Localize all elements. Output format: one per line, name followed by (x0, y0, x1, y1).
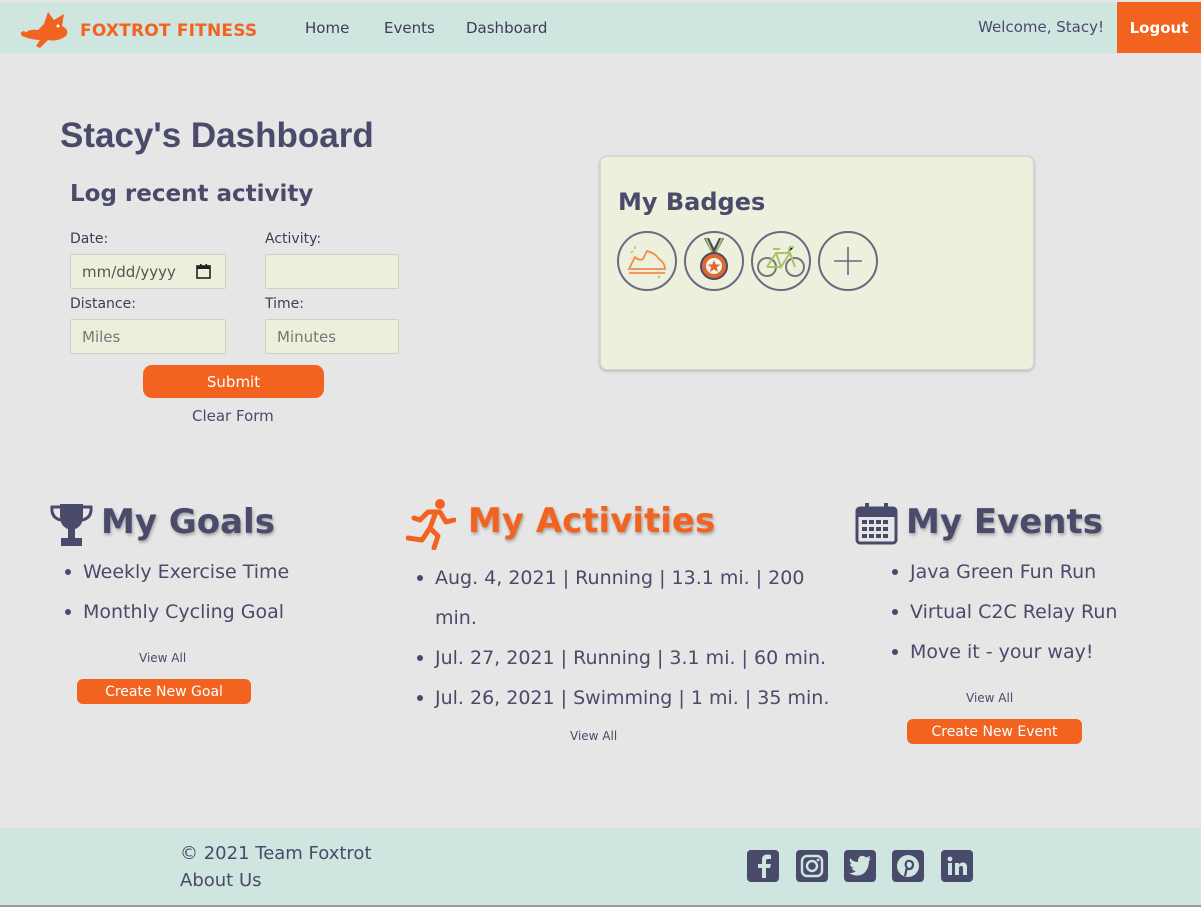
distance-input[interactable]: Miles (70, 319, 226, 354)
create-new-event-button[interactable]: Create New Event (907, 719, 1082, 744)
time-label: Time: (265, 296, 304, 312)
date-input-placeholder: mm/dd/yyyy (82, 262, 176, 281)
events-title: My Events (906, 502, 1103, 542)
add-badge-icon[interactable] (818, 231, 878, 291)
activities-list: Aug. 4, 2021 | Running | 13.1 mi. | 200 … (417, 558, 830, 718)
page-title: Stacy's Dashboard (60, 116, 374, 155)
event-item[interactable]: Move it - your way! (891, 640, 1117, 680)
activities-view-all-link[interactable]: View All (570, 729, 617, 743)
date-label: Date: (70, 231, 109, 247)
nav-link-dashboard[interactable]: Dashboard (466, 19, 547, 37)
distance-label: Distance: (70, 296, 136, 312)
badges-title: My Badges (618, 188, 766, 216)
submit-button[interactable]: Submit (143, 365, 324, 398)
clear-form-button[interactable]: Clear Form (192, 407, 274, 425)
goals-title: My Goals (101, 502, 275, 542)
trophy-icon (49, 502, 94, 552)
goal-item[interactable]: Weekly Exercise Time (64, 560, 289, 600)
event-item[interactable]: Java Green Fun Run (891, 560, 1117, 600)
activity-label: Activity: (265, 231, 322, 247)
bicycle-badge-icon[interactable] (751, 231, 811, 291)
instagram-icon[interactable] (796, 850, 828, 882)
footer: © 2021 Team Foxtrot About Us (0, 828, 1201, 906)
brand-name: FOXTROT FITNESS (80, 21, 258, 41)
facebook-icon[interactable] (747, 850, 779, 882)
nav-link-home[interactable]: Home (305, 19, 349, 37)
activities-title: My Activities (468, 501, 716, 541)
calendar-picker-icon[interactable] (196, 264, 211, 279)
brand-logo-link[interactable]: FOXTROT FITNESS (18, 6, 257, 56)
create-new-goal-button[interactable]: Create New Goal (77, 679, 251, 704)
time-input[interactable]: Minutes (265, 319, 399, 354)
date-input[interactable]: mm/dd/yyyy (70, 254, 226, 289)
badges-card: My Badges (600, 156, 1034, 370)
log-activity-title: Log recent activity (70, 181, 314, 207)
pinterest-icon[interactable] (892, 850, 924, 882)
goal-item[interactable]: Monthly Cycling Goal (64, 600, 289, 640)
logout-button[interactable]: Logout (1117, 2, 1201, 53)
nav-link-events[interactable]: Events (384, 19, 435, 37)
events-list: Java Green Fun Run Virtual C2C Relay Run… (891, 560, 1117, 680)
running-shoe-badge-icon[interactable] (617, 231, 677, 291)
goals-view-all-link[interactable]: View All (139, 651, 186, 665)
event-item[interactable]: Virtual C2C Relay Run (891, 600, 1117, 640)
runner-icon (405, 498, 457, 554)
welcome-message: Welcome, Stacy! (978, 18, 1104, 36)
goals-list: Weekly Exercise Time Monthly Cycling Goa… (64, 560, 289, 640)
about-us-link[interactable]: About Us (180, 870, 262, 891)
linkedin-icon[interactable] (941, 850, 973, 882)
medal-badge-icon[interactable] (684, 231, 744, 291)
activity-item[interactable]: Aug. 4, 2021 | Running | 13.1 mi. | 200 … (417, 558, 830, 638)
twitter-icon[interactable] (844, 850, 876, 882)
activity-input[interactable] (265, 254, 399, 289)
copyright-text: © 2021 Team Foxtrot (180, 843, 372, 864)
fox-logo-icon (18, 6, 74, 56)
calendar-icon (855, 503, 898, 549)
activity-item[interactable]: Jul. 26, 2021 | Swimming | 1 mi. | 35 mi… (417, 678, 830, 718)
events-view-all-link[interactable]: View All (966, 691, 1013, 705)
activity-item[interactable]: Jul. 27, 2021 | Running | 3.1 mi. | 60 m… (417, 638, 830, 678)
navbar: FOXTROT FITNESS Home Events Dashboard We… (0, 2, 1201, 53)
